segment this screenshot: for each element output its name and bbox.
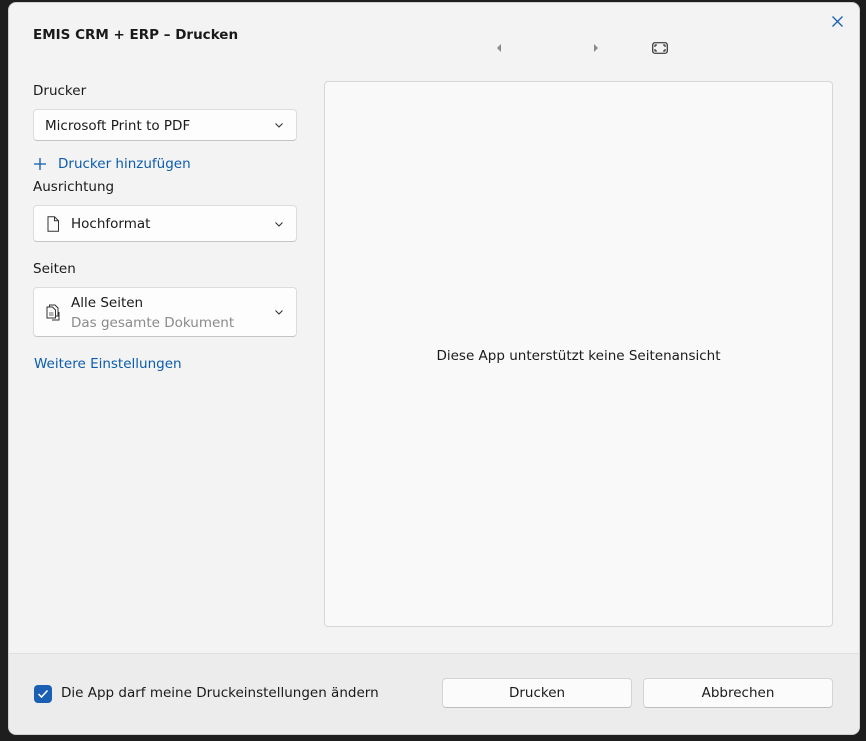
printer-label: Drucker	[33, 83, 87, 99]
fit-to-screen-button[interactable]	[651, 41, 669, 55]
pages-subtitle: Das gesamte Dokument	[71, 315, 235, 331]
close-button[interactable]	[825, 9, 849, 33]
chevron-down-icon	[275, 221, 283, 227]
document-icon	[47, 216, 59, 232]
caret-right-icon	[594, 44, 598, 52]
caret-left-icon	[497, 44, 501, 52]
checkmark-icon	[37, 689, 49, 699]
fit-to-screen-icon	[652, 42, 668, 54]
allow-app-settings-checkbox[interactable]	[34, 685, 52, 703]
chevron-down-icon	[275, 123, 283, 128]
close-icon	[831, 15, 843, 27]
orientation-selected: Hochformat	[71, 216, 151, 232]
chevron-down-icon	[275, 310, 283, 315]
add-printer-link[interactable]: Drucker hinzufügen	[33, 156, 191, 172]
pages-dropdown[interactable]: Alle Seiten Das gesamte Dokument	[33, 287, 297, 337]
pages-icon	[46, 304, 60, 321]
previous-page-button[interactable]	[492, 41, 506, 55]
next-page-button[interactable]	[589, 41, 603, 55]
orientation-label: Ausrichtung	[33, 179, 115, 195]
cancel-button[interactable]: Abbrechen	[643, 678, 833, 708]
print-dialog: EMIS CRM + ERP – Drucken Drucker Microso…	[8, 2, 860, 735]
plus-icon	[34, 158, 46, 170]
preview-pane: Diese App unterstützt keine Seitenansich…	[324, 81, 833, 627]
add-printer-label: Drucker hinzufügen	[58, 156, 191, 172]
allow-app-settings-label: Die App darf meine Druckeinstellungen än…	[61, 685, 379, 701]
preview-message: Diese App unterstützt keine Seitenansich…	[436, 348, 721, 364]
orientation-dropdown[interactable]: Hochformat	[33, 205, 297, 242]
dialog-title: EMIS CRM + ERP – Drucken	[33, 27, 239, 43]
printer-dropdown[interactable]: Microsoft Print to PDF	[33, 109, 297, 141]
print-button[interactable]: Drucken	[442, 678, 632, 708]
pages-label: Seiten	[33, 261, 76, 277]
pages-selected: Alle Seiten	[71, 295, 144, 311]
printer-selected: Microsoft Print to PDF	[45, 118, 191, 134]
more-settings-link[interactable]: Weitere Einstellungen	[34, 356, 182, 372]
